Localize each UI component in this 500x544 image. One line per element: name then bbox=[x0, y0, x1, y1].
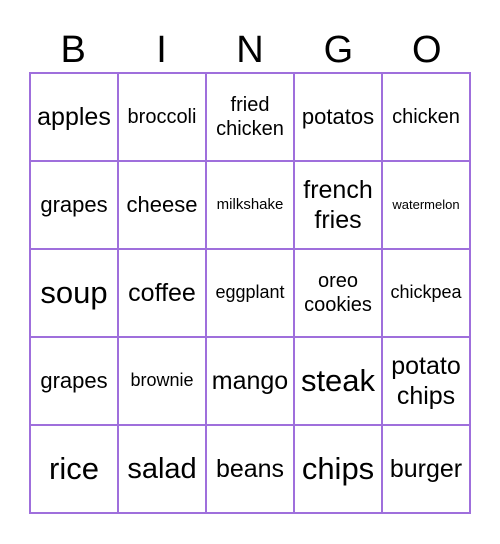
bingo-cell[interactable]: eggplant bbox=[207, 250, 295, 338]
bingo-cell[interactable]: broccoli bbox=[119, 74, 207, 162]
bingo-cell[interactable]: grapes bbox=[31, 162, 119, 250]
header-letter-g: G bbox=[323, 29, 354, 71]
bingo-cell[interactable]: beans bbox=[207, 426, 295, 514]
bingo-cell[interactable]: brownie bbox=[119, 338, 207, 426]
bingo-cell[interactable]: potato chips bbox=[383, 338, 471, 426]
bingo-cell[interactable]: fried chicken bbox=[207, 74, 295, 162]
bingo-header: B I N G O bbox=[29, 28, 471, 73]
header-letter-o: O bbox=[411, 29, 442, 71]
bingo-cell[interactable]: oreo cookies bbox=[295, 250, 383, 338]
bingo-cell[interactable]: salad bbox=[119, 426, 207, 514]
bingo-cell[interactable]: coffee bbox=[119, 250, 207, 338]
bingo-cell[interactable]: potatos bbox=[295, 74, 383, 162]
bingo-cell[interactable]: milkshake bbox=[207, 162, 295, 250]
bingo-cell[interactable]: chicken bbox=[383, 74, 471, 162]
bingo-cell[interactable]: grapes bbox=[31, 338, 119, 426]
bingo-cell[interactable]: burger bbox=[383, 426, 471, 514]
bingo-cell[interactable]: steak bbox=[295, 338, 383, 426]
header-letter-i: I bbox=[156, 29, 167, 71]
bingo-cell[interactable]: rice bbox=[31, 426, 119, 514]
bingo-cell[interactable]: mango bbox=[207, 338, 295, 426]
bingo-cell[interactable]: soup bbox=[31, 250, 119, 338]
bingo-cell[interactable]: cheese bbox=[119, 162, 207, 250]
bingo-cell[interactable]: apples bbox=[31, 74, 119, 162]
bingo-cell[interactable]: chickpea bbox=[383, 250, 471, 338]
header-letter-b: B bbox=[60, 29, 86, 71]
bingo-cell[interactable]: chips bbox=[295, 426, 383, 514]
header-letter-n: N bbox=[236, 29, 264, 71]
bingo-cell[interactable]: french fries bbox=[295, 162, 383, 250]
bingo-grid: apples broccoli fried chicken potatos ch… bbox=[29, 72, 471, 514]
bingo-cell[interactable]: watermelon bbox=[383, 162, 471, 250]
